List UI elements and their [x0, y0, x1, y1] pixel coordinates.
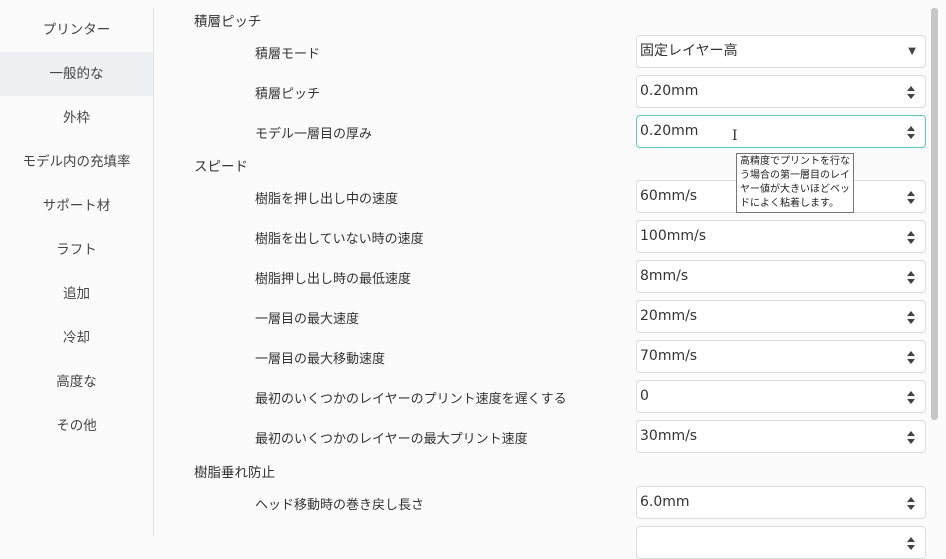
setting-input[interactable] [636, 526, 926, 559]
setting-label: 樹脂を押し出し中の速度 [255, 192, 399, 207]
sidebar-item[interactable]: ラフト [0, 228, 153, 272]
field-value: 30mm/s [640, 428, 698, 444]
setting-input[interactable]: 6.0mm [636, 486, 926, 519]
sidebar-item[interactable]: 追加 [0, 272, 153, 316]
setting-input[interactable]: 0 [636, 380, 926, 413]
setting-input[interactable]: 0.20mm [636, 115, 926, 148]
setting-input[interactable]: 100mm/s [636, 220, 926, 253]
sidebar-divider [153, 8, 154, 536]
spinner-arrows-icon[interactable] [907, 126, 915, 139]
spinner-arrows-icon[interactable] [907, 391, 915, 404]
field-value: 100mm/s [640, 228, 707, 244]
setting-label: 積層モード [255, 47, 321, 62]
sidebar-item[interactable]: サポート材 [0, 184, 153, 228]
field-value: 20mm/s [640, 308, 698, 324]
sidebar-item[interactable]: モデル内の充填率 [0, 140, 153, 184]
spinner-arrows-icon[interactable] [907, 231, 915, 244]
text-cursor-icon: I [732, 128, 738, 144]
setting-input[interactable]: 20mm/s [636, 300, 926, 333]
setting-label: モデル一層目の厚み [255, 127, 373, 142]
spinner-arrows-icon[interactable] [907, 537, 915, 550]
setting-input[interactable]: 8mm/s [636, 260, 926, 293]
setting-label: 最初のいくつかのレイヤーのプリント速度を遅くする [255, 392, 567, 407]
sidebar-item[interactable]: 外枠 [0, 96, 153, 140]
tooltip: 高精度でプリントを行なう場合の第一層目のレイヤー値が大きいほどベッドによく粘着し… [736, 153, 854, 213]
spinner-arrows-icon[interactable] [907, 191, 915, 204]
setting-label: 一層目の最大移動速度 [255, 352, 386, 367]
field-value: 0 [640, 388, 649, 404]
sidebar-item[interactable]: その他 [0, 404, 153, 448]
field-value: 70mm/s [640, 348, 698, 364]
section-retraction: 樹脂垂れ防止 [194, 465, 275, 481]
field-value: 60mm/s [640, 188, 698, 204]
setting-label: 積層ピッチ [255, 87, 321, 102]
field-value: 0.20mm [640, 123, 699, 139]
sidebar-item[interactable]: 高度な [0, 360, 153, 404]
setting-label: 一層目の最大速度 [255, 312, 360, 327]
field-value: 6.0mm [640, 494, 690, 510]
chevron-down-icon[interactable]: ▼ [908, 36, 916, 67]
section-layer-pitch: 積層ピッチ [194, 14, 262, 30]
scrollbar-thumb[interactable] [931, 8, 938, 420]
field-value: 0.20mm [640, 83, 699, 99]
setting-label: 樹脂を出していない時の速度 [255, 232, 424, 247]
section-speed: スピード [194, 159, 248, 175]
spinner-arrows-icon[interactable] [907, 86, 915, 99]
layer-mode-select[interactable]: 固定レイヤー高 ▼ [636, 35, 926, 68]
spinner-arrows-icon[interactable] [907, 311, 915, 324]
setting-label: ヘッド移動時の巻き戻し長さ [255, 498, 425, 513]
sidebar-item[interactable]: プリンター [0, 8, 153, 52]
field-value: 8mm/s [640, 268, 689, 284]
setting-input[interactable]: 70mm/s [636, 340, 926, 373]
setting-input[interactable]: 30mm/s [636, 420, 926, 453]
sidebar-item[interactable]: 冷却 [0, 316, 153, 360]
field-value: 固定レイヤー高 [640, 43, 738, 59]
spinner-arrows-icon[interactable] [907, 271, 915, 284]
setting-input[interactable]: 0.20mm [636, 75, 926, 108]
setting-label: 樹脂押し出し時の最低速度 [255, 272, 412, 287]
spinner-arrows-icon[interactable] [907, 351, 915, 364]
setting-label: 最初のいくつかのレイヤーの最大プリント速度 [255, 432, 528, 447]
settings-sidebar: プリンター 一般的な 外枠 モデル内の充填率 サポート材 ラフト 追加 冷却 高度な その他 [0, 8, 153, 448]
spinner-arrows-icon[interactable] [907, 431, 915, 444]
sidebar-item[interactable]: 一般的な [0, 52, 153, 96]
spinner-arrows-icon[interactable] [907, 497, 915, 510]
